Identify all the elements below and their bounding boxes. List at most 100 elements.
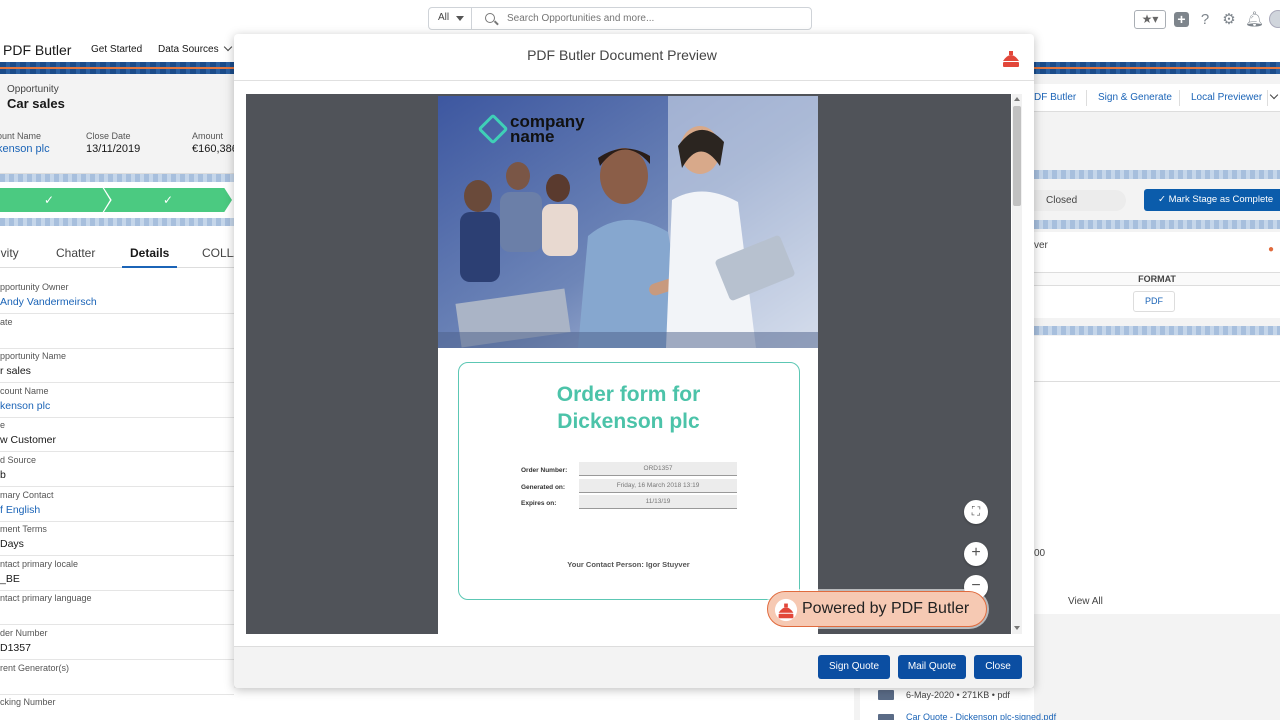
avatar[interactable] bbox=[1269, 10, 1280, 28]
header-utility-icons: ★▾ + ? ⚙ 🔔︎ bbox=[1134, 9, 1280, 29]
order-form-title: Order form for Dickenson plc bbox=[459, 381, 798, 435]
detail-field: ment Terms Days bbox=[0, 522, 234, 557]
detail-field: e w Customer bbox=[0, 418, 234, 453]
detail-field: der Number D1357 bbox=[0, 626, 234, 660]
field-label: count Name bbox=[0, 385, 49, 396]
pdf-butler-logo-icon bbox=[999, 46, 1023, 70]
mail-quote-button[interactable]: Mail Quote bbox=[898, 655, 966, 679]
detail-field: pportunity Owner Andy Vandermeirsch bbox=[0, 280, 234, 314]
modal-title: PDF Butler Document Preview bbox=[527, 47, 717, 63]
field-label: ntact primary language bbox=[0, 593, 92, 604]
order-number-value: ORD1357 bbox=[579, 462, 737, 476]
field-label: ment Terms bbox=[0, 524, 47, 535]
decorative-band bbox=[1034, 326, 1280, 335]
detail-field: rent Generator(s) bbox=[0, 661, 234, 695]
sign-quote-button[interactable]: Sign Quote bbox=[818, 655, 890, 679]
pdf-preview-viewer[interactable]: company name Order form for Dickenson pl… bbox=[246, 94, 1011, 634]
tab-local-previewer[interactable]: Local Previewer bbox=[1191, 92, 1262, 103]
field-label: rent Generator(s) bbox=[0, 662, 70, 673]
brand-line-2: name bbox=[510, 127, 555, 146]
path-step-complete[interactable]: ✓ bbox=[104, 188, 232, 212]
contact-person: Your Contact Person: Igor Stuyver bbox=[567, 560, 690, 569]
field-value-link[interactable]: f English bbox=[0, 504, 40, 516]
field-value-link[interactable]: Andy Vandermeirsch bbox=[0, 296, 97, 308]
record-title: Car sales bbox=[7, 96, 65, 111]
field-value: b bbox=[0, 469, 6, 481]
format-column-header: FORMAT bbox=[1034, 272, 1280, 286]
tab-activity[interactable]: ivity bbox=[0, 246, 19, 260]
field-value-link[interactable]: kenson plc bbox=[0, 400, 50, 412]
document-preview-modal: PDF Butler Document Preview company name… bbox=[234, 34, 1034, 688]
divider bbox=[1086, 90, 1087, 106]
field-value: Days bbox=[0, 538, 24, 551]
company-logo-icon bbox=[477, 113, 509, 145]
nav-item-get-started[interactable]: Get Started bbox=[91, 44, 142, 55]
divider bbox=[1179, 90, 1180, 106]
field-label: der Number bbox=[0, 628, 48, 638]
tab-collaboration[interactable]: COLLA bbox=[202, 246, 234, 260]
scroll-up-icon[interactable] bbox=[1014, 97, 1020, 101]
view-all-link[interactable]: View All bbox=[1068, 596, 1103, 607]
scroll-thumb[interactable] bbox=[1013, 106, 1021, 206]
highlight-label: Close Date bbox=[86, 131, 131, 141]
powered-by-label: Powered by PDF Butler bbox=[802, 600, 970, 617]
field-label: d Source bbox=[0, 455, 37, 465]
right-sidebar-panel: DF Butler Sign & Generate Local Previewe… bbox=[1034, 74, 1280, 720]
path-stage-closed[interactable]: Closed bbox=[1034, 190, 1126, 211]
bell-icon[interactable]: 🔔︎ bbox=[1245, 10, 1264, 28]
search-input[interactable] bbox=[507, 11, 797, 26]
order-title-line-1: Order form for bbox=[556, 383, 701, 406]
detail-field: ate bbox=[0, 315, 234, 349]
highlight-account-link[interactable]: kenson plc bbox=[0, 143, 50, 155]
powered-by-badge[interactable]: Powered by PDF Butler bbox=[767, 591, 987, 627]
order-title-line-2: Dickenson plc bbox=[557, 410, 700, 433]
tab-details[interactable]: Details bbox=[122, 246, 178, 268]
close-button[interactable]: Close bbox=[974, 655, 1022, 679]
detail-field: cking Number bbox=[0, 695, 234, 720]
modal-header: PDF Butler Document Preview bbox=[234, 34, 1034, 81]
zoom-in-icon[interactable]: + bbox=[964, 542, 988, 566]
record-detail-panel: Opportunity Car sales ount Name kenson p… bbox=[0, 74, 234, 720]
search-scope-select[interactable]: All bbox=[429, 8, 472, 29]
detail-field: pportunity Name r sales bbox=[0, 349, 234, 384]
gear-icon[interactable]: ⚙ bbox=[1221, 10, 1237, 28]
detail-field: d Source b bbox=[0, 453, 234, 487]
company-brand: company name bbox=[477, 113, 585, 146]
global-search[interactable]: All bbox=[428, 7, 812, 30]
chevron-down-icon[interactable] bbox=[1269, 90, 1279, 100]
field-value: w Customer bbox=[0, 434, 57, 447]
fit-to-page-icon[interactable]: ⛶ bbox=[964, 500, 988, 524]
file-thumbnail-icon bbox=[878, 714, 894, 720]
field-label: pportunity Name bbox=[0, 351, 67, 362]
field-value: D1357 bbox=[0, 642, 31, 654]
help-icon[interactable]: ? bbox=[1197, 11, 1213, 28]
path-step-complete[interactable]: ✓ bbox=[0, 188, 110, 212]
sales-path: ✓ ✓ bbox=[0, 188, 234, 212]
favorites-star-icon[interactable]: ★▾ bbox=[1134, 9, 1166, 29]
preview-scrollbar[interactable] bbox=[1012, 94, 1022, 634]
object-type-label: Opportunity bbox=[7, 84, 59, 95]
record-tabs: ivity Chatter Details COLLA bbox=[0, 242, 234, 268]
expires-on-value: 11/13/19 bbox=[579, 495, 737, 509]
detail-field: ntact primary locale _BE bbox=[0, 557, 234, 591]
global-actions-plus-icon[interactable]: + bbox=[1174, 11, 1189, 27]
field-label: pportunity Owner bbox=[0, 282, 69, 292]
background-panel bbox=[234, 688, 854, 720]
decorative-band bbox=[0, 218, 234, 226]
nav-item-data-sources[interactable]: Data Sources bbox=[158, 42, 232, 55]
tab-pdf-butler[interactable]: DF Butler bbox=[1034, 92, 1076, 103]
format-pdf-chip[interactable]: PDF bbox=[1133, 291, 1175, 312]
mark-stage-complete-button[interactable]: ✓ Mark Stage as Complete bbox=[1144, 189, 1280, 211]
field-value: _BE bbox=[0, 572, 20, 585]
detail-field: mary Contact f English bbox=[0, 488, 234, 522]
file-link[interactable]: Car Quote - Dickenson plc-signed.pdf bbox=[906, 712, 1056, 720]
record-highlights: Opportunity Car sales ount Name kenson p… bbox=[0, 74, 234, 174]
decorative-band bbox=[1034, 170, 1280, 179]
order-number-label: Order Number: bbox=[521, 467, 568, 474]
hero-photo: company name bbox=[438, 96, 818, 348]
file-meta: 6-May-2020 • 271KB • pdf bbox=[906, 690, 1010, 700]
highlight-label: ount Name bbox=[0, 131, 42, 141]
tab-sign-generate[interactable]: Sign & Generate bbox=[1098, 92, 1172, 103]
scroll-down-icon[interactable] bbox=[1014, 626, 1020, 630]
tab-chatter[interactable]: Chatter bbox=[56, 246, 95, 260]
